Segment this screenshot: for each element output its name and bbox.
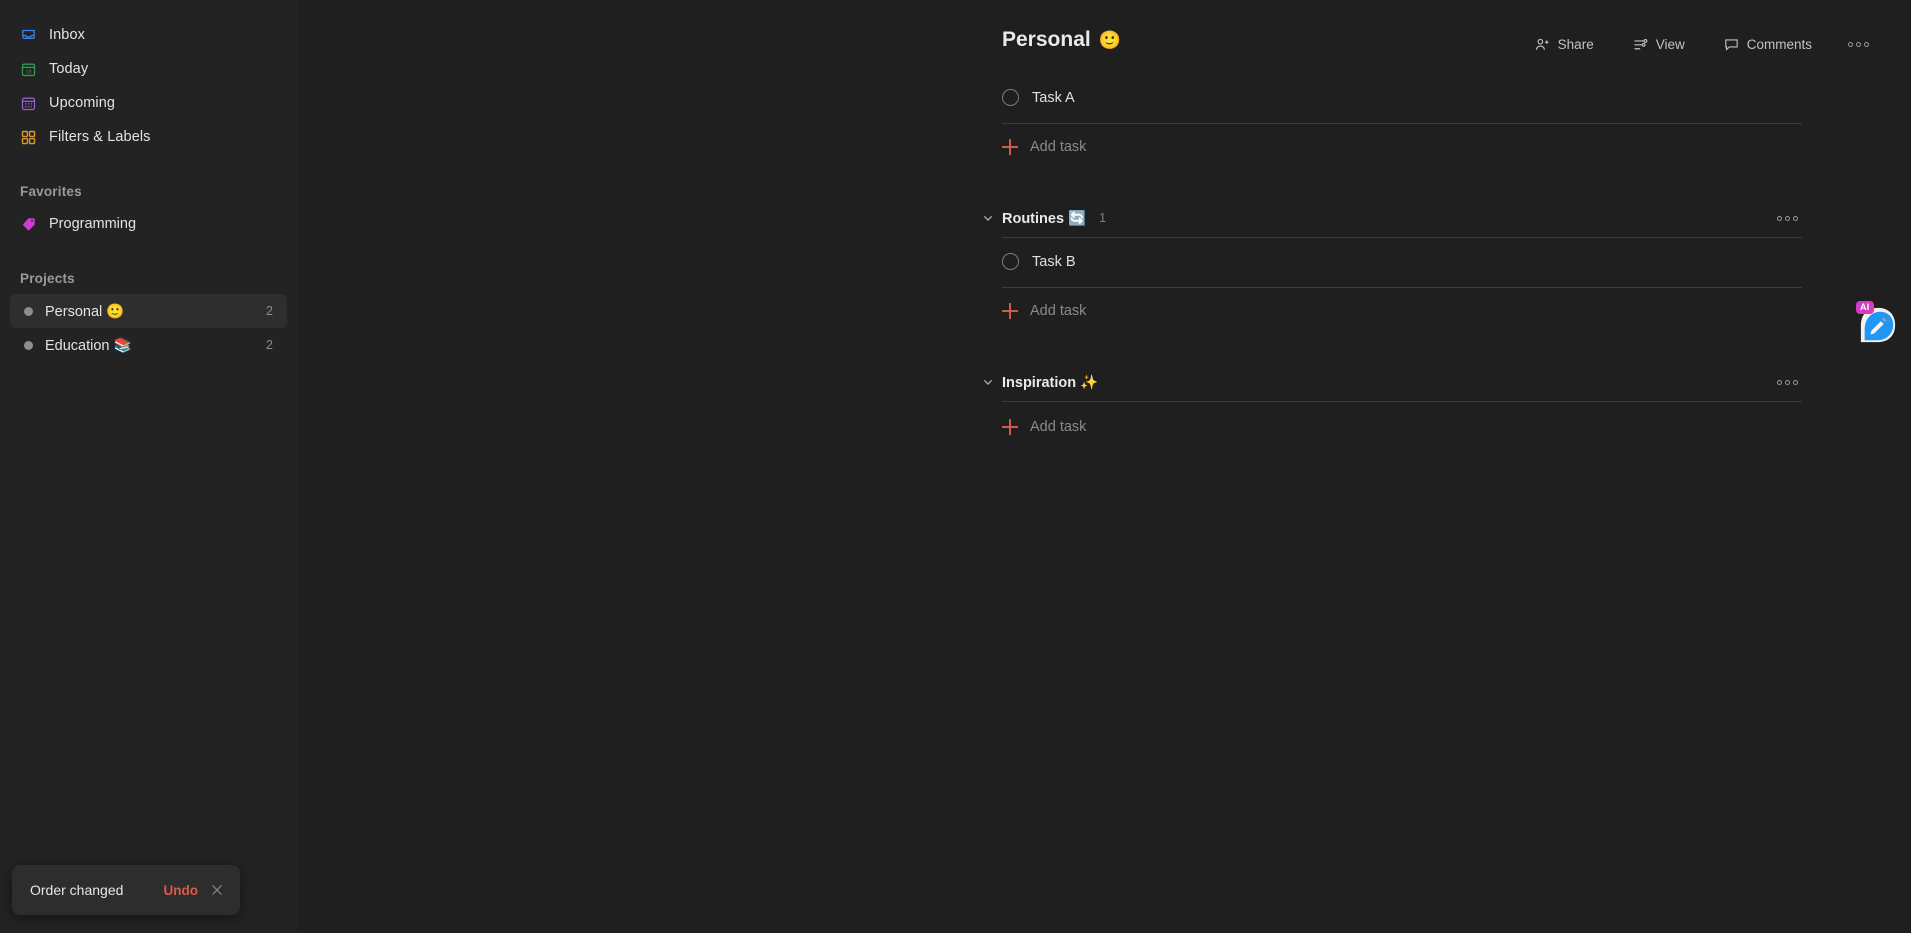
comments-label: Comments (1746, 37, 1812, 52)
sidebar-item-label: Upcoming (49, 95, 116, 111)
section-divider (1002, 237, 1802, 238)
project-color-dot-icon (24, 306, 33, 316)
comment-bubble-icon (1723, 36, 1740, 53)
add-task-label: Add task (1030, 303, 1087, 319)
task-list-container: Task A Add task Routines 🔄 1 Task B Add … (297, 62, 1911, 444)
task-checkbox[interactable] (1002, 89, 1019, 106)
section-header: Inspiration ✨ (983, 370, 1802, 394)
ai-badge-label: AI (1856, 301, 1874, 314)
section-title-text: Routines 🔄 (1002, 210, 1087, 227)
favorites-list: Programming (0, 207, 297, 241)
inbox-icon (20, 27, 37, 44)
sidebar-item-label: Filters & Labels (49, 129, 151, 145)
view-button[interactable]: View (1626, 32, 1691, 57)
sidebar-item-label: Today (49, 61, 89, 77)
ai-assistant-button[interactable]: AI (1856, 301, 1897, 344)
sidebar-item-label: Inbox (49, 27, 85, 43)
share-button[interactable]: Share (1528, 32, 1600, 57)
sidebar-project-education[interactable]: Education 📚 2 (10, 328, 287, 362)
section-title[interactable]: Routines 🔄 1 (1002, 210, 1106, 227)
dot-icon (1777, 215, 1782, 221)
dot-icon (1785, 215, 1790, 221)
toast-undo-button[interactable]: Undo (164, 883, 199, 898)
section-title-text: Inspiration ✨ (1002, 374, 1099, 391)
calendar-grid-icon (20, 95, 37, 112)
add-task-button-inspiration[interactable]: Add task (1002, 410, 1802, 444)
toast-notification: Order changed Undo (12, 865, 240, 915)
main-content: Personal 🙂 Share View Comments Task A Ad… (297, 0, 1911, 933)
dot-icon (1793, 379, 1798, 385)
share-person-plus-icon (1534, 36, 1551, 53)
top-actions: Share View Comments (1528, 32, 1873, 57)
task-checkbox[interactable] (1002, 253, 1019, 270)
grid-squares-icon (20, 129, 37, 146)
favorites-heading: Favorites (20, 184, 82, 199)
tag-icon (21, 216, 37, 232)
task-title: Task B (1032, 253, 1076, 270)
view-label: View (1655, 37, 1685, 52)
task-divider (1002, 123, 1802, 124)
add-task-button-root[interactable]: Add task (1002, 130, 1802, 164)
project-task-count: 2 (266, 304, 273, 318)
page-title-text: Personal (1002, 28, 1091, 51)
dot-icon (1864, 42, 1869, 47)
sidebar-item-filters-labels[interactable]: Filters & Labels (10, 120, 287, 154)
sidebar-nav: Inbox 19 Today Upcoming Filters & Labels (0, 18, 297, 154)
add-task-label: Add task (1030, 139, 1087, 155)
favorite-item-label: Programming (49, 216, 137, 232)
dot-icon (1777, 379, 1782, 385)
dot-icon (1793, 215, 1798, 221)
dot-icon (1848, 42, 1853, 47)
section-divider (1002, 401, 1802, 402)
plus-icon (1002, 139, 1018, 155)
app-root: Inbox 19 Today Upcoming Filters & Labels… (0, 0, 1911, 933)
close-icon[interactable] (208, 881, 226, 899)
calendar-today-icon: 19 (20, 61, 37, 78)
projects-list: Personal 🙂 2 Education 📚 2 (0, 294, 297, 362)
section-header: Routines 🔄 1 (983, 206, 1802, 230)
more-options-button[interactable] (1844, 38, 1873, 51)
share-label: Share (1557, 37, 1594, 52)
top-bar: Personal 🙂 Share View Comments (297, 0, 1911, 62)
page-title: Personal 🙂 (1002, 28, 1121, 52)
dot-icon (1785, 379, 1790, 385)
task-row[interactable]: Task A (1002, 82, 1802, 113)
sliders-view-icon (1632, 36, 1649, 53)
toast-message: Order changed (30, 882, 124, 898)
chevron-down-icon[interactable] (980, 210, 996, 226)
section-more-options-button[interactable] (1773, 212, 1802, 225)
sidebar-item-upcoming[interactable]: Upcoming (10, 86, 287, 120)
plus-icon (1002, 419, 1018, 435)
section-routines: Routines 🔄 1 Task B Add task (983, 206, 1802, 328)
task-title: Task A (1032, 89, 1075, 106)
section-inspiration: Inspiration ✨ Add task (983, 370, 1802, 444)
svg-text:19: 19 (26, 69, 32, 75)
section-title[interactable]: Inspiration ✨ (1002, 374, 1111, 391)
page-title-emoji: 🙂 (1098, 29, 1122, 50)
add-task-label: Add task (1030, 419, 1087, 435)
projects-heading: Projects (20, 271, 75, 286)
chevron-down-icon[interactable] (980, 374, 996, 390)
section-more-options-button[interactable] (1773, 376, 1802, 389)
favorite-item-programming[interactable]: Programming (10, 207, 287, 241)
sidebar-item-inbox[interactable]: Inbox (10, 18, 287, 52)
section-task-count: 1 (1099, 211, 1107, 225)
project-label: Education 📚 (45, 337, 132, 354)
sidebar-item-today[interactable]: 19 Today (10, 52, 287, 86)
task-divider (1002, 287, 1802, 288)
sidebar-project-personal[interactable]: Personal 🙂 2 (10, 294, 287, 328)
dot-icon (1856, 42, 1861, 47)
sidebar: Inbox 19 Today Upcoming Filters & Labels… (0, 0, 297, 933)
task-row[interactable]: Task B (1002, 246, 1802, 277)
comments-button[interactable]: Comments (1717, 32, 1818, 57)
root-section: Task A Add task Routines 🔄 1 Task B Add … (983, 82, 1802, 444)
add-task-button-routines[interactable]: Add task (1002, 294, 1802, 328)
project-task-count: 2 (266, 338, 273, 352)
project-color-dot-icon (24, 340, 33, 350)
project-label: Personal 🙂 (45, 303, 125, 320)
plus-icon (1002, 303, 1018, 319)
